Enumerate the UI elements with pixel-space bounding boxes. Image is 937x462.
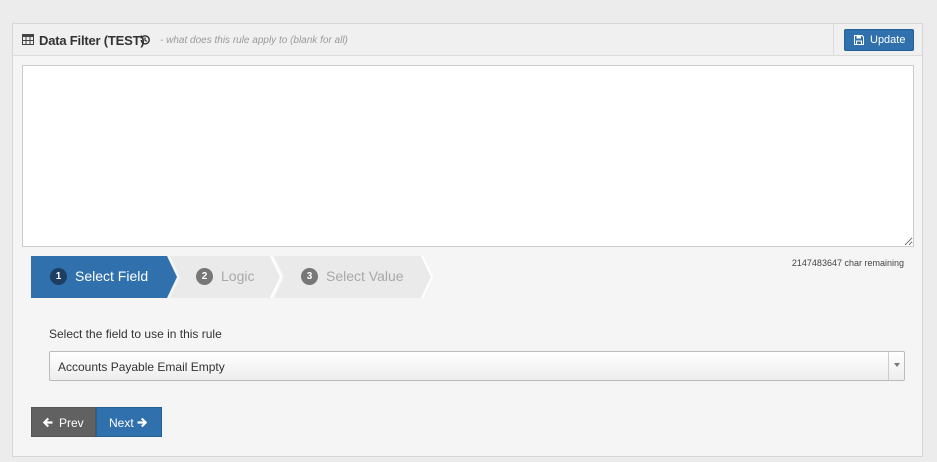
wizard-step-logic[interactable]: 2 Logic xyxy=(170,256,282,298)
arrow-right-icon xyxy=(137,417,148,428)
step-number-badge: 3 xyxy=(301,268,318,285)
wizard-step-select-field[interactable]: 1 Select Field xyxy=(31,256,177,298)
next-button-label: Next xyxy=(109,416,134,430)
step-label: Logic xyxy=(221,268,255,284)
wizard-step-select-value[interactable]: 3 Select Value xyxy=(274,256,434,298)
panel-header: Data Filter (TEST) - what does this rule… xyxy=(13,24,922,56)
next-button[interactable]: Next xyxy=(96,407,162,437)
field-select-label: Select the field to use in this rule xyxy=(49,327,222,341)
step-number-badge: 1 xyxy=(50,268,67,285)
step-label: Select Value xyxy=(326,268,404,284)
prev-button-label: Prev xyxy=(59,416,84,430)
char-remaining-counter: 2147483647 char remaining xyxy=(791,258,904,268)
update-button-label: Update xyxy=(870,34,906,46)
caret-down-icon xyxy=(894,363,900,367)
table-icon xyxy=(22,34,34,45)
arrow-left-icon xyxy=(42,417,53,428)
prev-button[interactable]: Prev xyxy=(31,407,96,437)
save-icon xyxy=(854,35,864,45)
header-actions: Update xyxy=(833,24,922,56)
field-select-value: Accounts Payable Email Empty xyxy=(58,360,225,374)
rule-description-textarea[interactable] xyxy=(22,65,914,247)
header-hint: - what does this rule apply to (blank fo… xyxy=(160,35,348,46)
step-number-badge: 2 xyxy=(196,268,213,285)
history-icon[interactable] xyxy=(139,34,151,46)
dropdown-toggle[interactable] xyxy=(888,352,904,380)
step-label: Select Field xyxy=(75,268,149,284)
panel-title: Data Filter (TEST) xyxy=(39,33,145,48)
update-button[interactable]: Update xyxy=(844,29,914,51)
field-select-dropdown[interactable]: Accounts Payable Email Empty xyxy=(49,351,905,381)
data-filter-panel: Data Filter (TEST) - what does this rule… xyxy=(12,23,923,457)
